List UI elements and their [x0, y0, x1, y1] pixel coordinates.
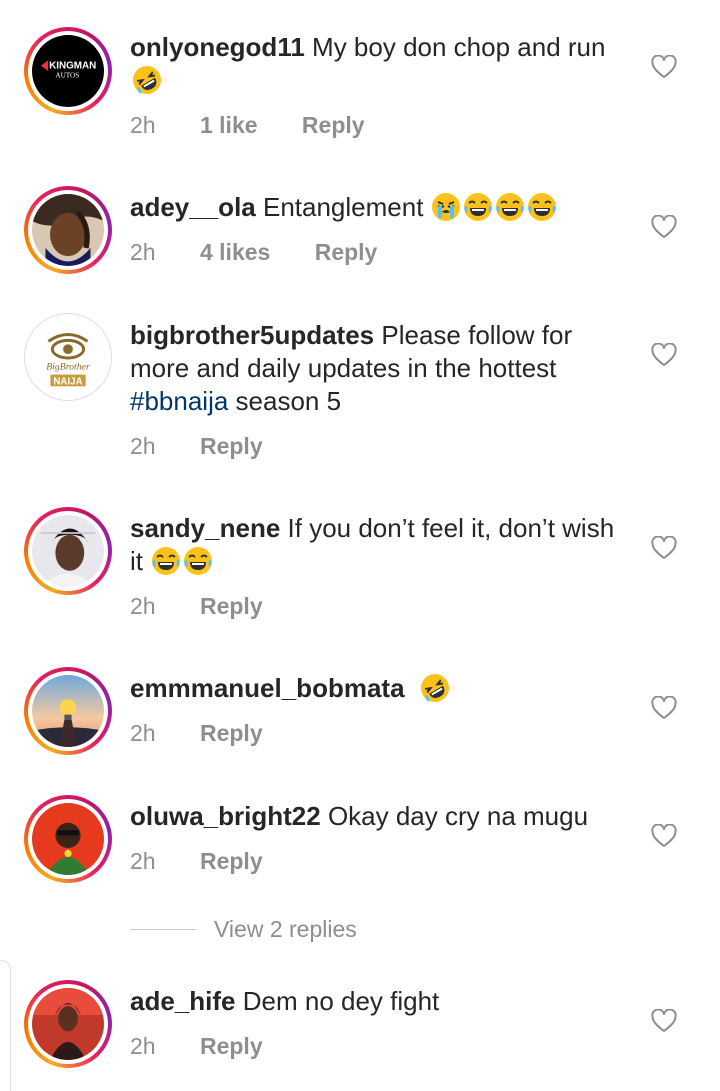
- comment-time: 2h: [130, 593, 156, 619]
- avatar[interactable]: [24, 507, 112, 595]
- comment-text: adey__ola Entanglement: [130, 191, 620, 224]
- weary-crying-emoji-icon: [431, 192, 461, 222]
- reply-button[interactable]: Reply: [200, 1033, 263, 1059]
- like-heart-icon[interactable]: [651, 696, 677, 720]
- comment-meta: 2h 1 like Reply: [130, 112, 403, 139]
- joy-emoji-icon: [527, 192, 557, 222]
- comment-body: My boy don chop and run: [312, 32, 606, 62]
- joy-emoji-icon: [183, 546, 213, 576]
- profile-photo-avatar: [32, 988, 104, 1060]
- joy-emoji-icon: [151, 546, 181, 576]
- like-heart-icon[interactable]: [651, 824, 677, 848]
- like-heart-icon[interactable]: [651, 1009, 677, 1033]
- lightbulb-photo-avatar: [32, 675, 104, 747]
- view-replies-label: View 2 replies: [214, 916, 357, 942]
- comment-meta: 2h Reply: [130, 720, 301, 747]
- profile-photo-avatar: [32, 515, 104, 587]
- avatar[interactable]: KINGMAN AUTOS: [24, 27, 112, 115]
- kingman-logo-avatar: KINGMAN AUTOS: [32, 35, 104, 107]
- comment-username[interactable]: oluwa_bright22: [130, 801, 321, 831]
- like-heart-icon[interactable]: [651, 343, 677, 367]
- bigbrother-naija-logo-avatar: BigBrother NAIJA: [25, 314, 111, 400]
- comment-body: Okay day cry na mugu: [327, 801, 589, 831]
- reply-button[interactable]: Reply: [302, 112, 365, 138]
- comment-time: 2h: [130, 433, 156, 459]
- comment-time: 2h: [130, 1033, 156, 1059]
- comment-text: oluwa_bright22 Okay day cry na mugu: [130, 800, 620, 833]
- profile-photo-avatar: [32, 803, 104, 875]
- comment-text: ade_hife Dem no dey fight: [130, 985, 620, 1018]
- avatar-sub-text: AUTOS: [55, 71, 79, 79]
- reply-button[interactable]: Reply: [200, 433, 263, 459]
- like-heart-icon[interactable]: [651, 55, 677, 79]
- like-heart-icon[interactable]: [651, 215, 677, 239]
- comment-time: 2h: [130, 720, 156, 746]
- comment-meta: 2h Reply: [130, 1033, 301, 1060]
- profile-photo-avatar: [32, 194, 104, 266]
- hashtag-link[interactable]: #bbnaija: [130, 386, 228, 416]
- avatar-brand-text: KINGMAN: [49, 60, 96, 71]
- joy-emoji-icon: [495, 192, 525, 222]
- avatar-top-text: BigBrother: [46, 362, 90, 373]
- comment-username[interactable]: onlyonegod11: [130, 32, 305, 62]
- replies-divider-line: [130, 929, 196, 930]
- comment-text: bigbrother5updates Please follow for mor…: [130, 319, 620, 418]
- avatar[interactable]: [24, 795, 112, 883]
- comment-meta: 2h Reply: [130, 848, 301, 875]
- avatar[interactable]: [24, 667, 112, 755]
- comment-text: onlyonegod11 My boy don chop and run: [130, 31, 620, 97]
- like-heart-icon[interactable]: [651, 536, 677, 560]
- panel-edge: [0, 960, 11, 1091]
- comment-text: sandy_nene If you don’t feel it, don’t w…: [130, 512, 620, 578]
- comment-text: emmmanuel_bobmata: [130, 672, 620, 705]
- reply-button[interactable]: Reply: [200, 848, 263, 874]
- avatar-bottom-text: NAIJA: [53, 376, 82, 387]
- rofl-emoji-icon: [132, 65, 162, 95]
- comment-username[interactable]: emmmanuel_bobmata: [130, 673, 405, 703]
- comment-username[interactable]: adey__ola: [130, 192, 256, 222]
- avatar[interactable]: [24, 980, 112, 1068]
- reply-button[interactable]: Reply: [200, 720, 263, 746]
- joy-emoji-icon: [463, 192, 493, 222]
- comment-body: Dem no dey fight: [242, 986, 440, 1016]
- comment-meta: 2h Reply: [130, 433, 301, 460]
- comment-meta: 2h Reply: [130, 593, 301, 620]
- avatar[interactable]: [24, 186, 112, 274]
- comment-likes-link[interactable]: 4 likes: [200, 239, 270, 265]
- avatar[interactable]: BigBrother NAIJA: [24, 313, 112, 401]
- reply-button[interactable]: Reply: [315, 239, 378, 265]
- comment-body: Entanglement: [262, 192, 424, 222]
- comment-time: 2h: [130, 848, 156, 874]
- reply-button[interactable]: Reply: [200, 593, 263, 619]
- comment-time: 2h: [130, 112, 156, 138]
- comment-username[interactable]: sandy_nene: [130, 513, 280, 543]
- comment-time: 2h: [130, 239, 156, 265]
- rofl-emoji-icon: [420, 673, 450, 703]
- comment-meta: 2h 4 likes Reply: [130, 239, 415, 266]
- comment-username[interactable]: ade_hife: [130, 986, 236, 1016]
- comment-likes-link[interactable]: 1 like: [200, 112, 258, 138]
- comment-body-suffix: season 5: [235, 386, 342, 416]
- comment-username[interactable]: bigbrother5updates: [130, 320, 374, 350]
